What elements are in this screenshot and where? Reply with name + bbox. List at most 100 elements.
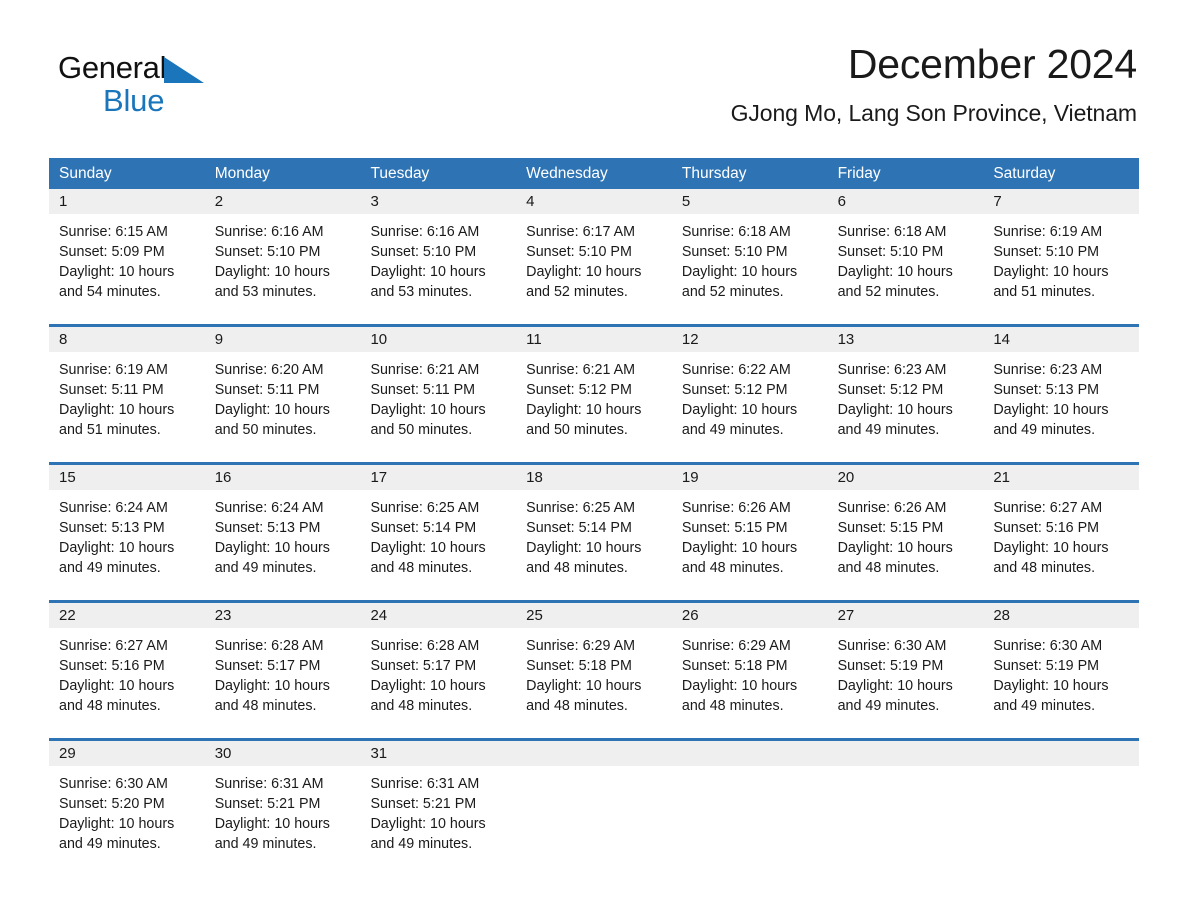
week-row: 15 Sunrise: 6:24 AM Sunset: 5:13 PM Dayl…	[49, 462, 1140, 593]
daylight-text: Daylight: 10 hours and 48 minutes.	[526, 540, 642, 576]
day-number: 28	[983, 603, 1140, 628]
day-number: 19	[671, 465, 828, 490]
day-cell[interactable]: 1 Sunrise: 6:15 AM Sunset: 5:09 PM Dayli…	[49, 189, 205, 317]
sunset-text: Sunset: 5:12 PM	[681, 382, 788, 398]
sunrise-text: Sunrise: 6:18 AM	[681, 224, 791, 240]
day-number: 9	[204, 327, 361, 352]
sunrise-text: Sunrise: 6:29 AM	[526, 638, 636, 654]
weekday-header-saturday: Saturday	[993, 165, 1056, 182]
sunset-text: Sunset: 5:15 PM	[837, 520, 944, 536]
sunset-text: Sunset: 5:13 PM	[214, 520, 321, 536]
day-cell[interactable]: 27 Sunrise: 6:30 AM Sunset: 5:19 PM Dayl…	[827, 603, 984, 731]
day-info: Sunrise: 6:18 AM Sunset: 5:10 PM Dayligh…	[672, 214, 828, 302]
day-cell-empty	[827, 741, 984, 869]
day-cell[interactable]: 29 Sunrise: 6:30 AM Sunset: 5:20 PM Dayl…	[49, 741, 205, 869]
day-cell[interactable]: 17 Sunrise: 6:25 AM Sunset: 5:14 PM Dayl…	[360, 465, 517, 593]
day-cell[interactable]: 14 Sunrise: 6:23 AM Sunset: 5:13 PM Dayl…	[983, 327, 1140, 455]
sunset-text: Sunset: 5:18 PM	[526, 658, 632, 674]
day-cell[interactable]: 23 Sunrise: 6:28 AM Sunset: 5:17 PM Dayl…	[204, 603, 361, 731]
day-cell[interactable]: 25 Sunrise: 6:29 AM Sunset: 5:18 PM Dayl…	[516, 603, 672, 731]
day-cell[interactable]: 18 Sunrise: 6:25 AM Sunset: 5:14 PM Dayl…	[516, 465, 672, 593]
day-number: 31	[360, 741, 517, 766]
day-cell[interactable]: 13 Sunrise: 6:23 AM Sunset: 5:12 PM Dayl…	[827, 327, 984, 455]
sunset-text: Sunset: 5:13 PM	[993, 382, 1100, 398]
day-cell[interactable]: 7 Sunrise: 6:19 AM Sunset: 5:10 PM Dayli…	[983, 189, 1140, 317]
sunset-text: Sunset: 5:19 PM	[837, 658, 944, 674]
sunrise-text: Sunrise: 6:24 AM	[214, 500, 324, 516]
sunrise-text: Sunrise: 6:16 AM	[214, 224, 324, 240]
daylight-text: Daylight: 10 hours and 48 minutes.	[526, 678, 642, 714]
day-cell[interactable]: 3 Sunrise: 6:16 AM Sunset: 5:10 PM Dayli…	[360, 189, 517, 317]
day-cell[interactable]: 12 Sunrise: 6:22 AM Sunset: 5:12 PM Dayl…	[671, 327, 828, 455]
day-cell[interactable]: 21 Sunrise: 6:27 AM Sunset: 5:16 PM Dayl…	[983, 465, 1140, 593]
daylight-text: Daylight: 10 hours and 51 minutes.	[59, 402, 175, 438]
sunrise-text: Sunrise: 6:18 AM	[837, 224, 947, 240]
day-cell[interactable]: 20 Sunrise: 6:26 AM Sunset: 5:15 PM Dayl…	[827, 465, 984, 593]
week-row: 1 Sunrise: 6:15 AM Sunset: 5:09 PM Dayli…	[49, 189, 1140, 317]
day-number	[827, 741, 984, 766]
daylight-text: Daylight: 10 hours and 48 minutes.	[681, 540, 798, 576]
sunrise-text: Sunrise: 6:21 AM	[526, 362, 636, 378]
day-cell[interactable]: 15 Sunrise: 6:24 AM Sunset: 5:13 PM Dayl…	[49, 465, 205, 593]
day-number: 22	[49, 603, 205, 628]
sunset-text: Sunset: 5:17 PM	[370, 658, 477, 674]
day-cell[interactable]: 10 Sunrise: 6:21 AM Sunset: 5:11 PM Dayl…	[360, 327, 517, 455]
sunrise-text: Sunrise: 6:20 AM	[214, 362, 324, 378]
day-cell[interactable]: 5 Sunrise: 6:18 AM Sunset: 5:10 PM Dayli…	[671, 189, 828, 317]
day-cell[interactable]: 4 Sunrise: 6:17 AM Sunset: 5:10 PM Dayli…	[516, 189, 672, 317]
day-info: Sunrise: 6:15 AM Sunset: 5:09 PM Dayligh…	[49, 214, 205, 302]
general-blue-logo[interactable]: General Blue	[58, 52, 268, 116]
sunset-text: Sunset: 5:14 PM	[526, 520, 632, 536]
day-number: 12	[671, 327, 828, 352]
daylight-text: Daylight: 10 hours and 49 minutes.	[214, 816, 330, 852]
day-info: Sunrise: 6:26 AM Sunset: 5:15 PM Dayligh…	[828, 490, 984, 578]
sunrise-text: Sunrise: 6:31 AM	[214, 776, 324, 792]
day-number: 8	[49, 327, 205, 352]
weekday-header-monday: Monday	[214, 165, 270, 182]
sunrise-text: Sunrise: 6:15 AM	[59, 224, 168, 240]
day-cell[interactable]: 24 Sunrise: 6:28 AM Sunset: 5:17 PM Dayl…	[360, 603, 517, 731]
day-cell[interactable]: 22 Sunrise: 6:27 AM Sunset: 5:16 PM Dayl…	[49, 603, 205, 731]
day-number: 23	[204, 603, 361, 628]
day-number	[671, 741, 828, 766]
day-info: Sunrise: 6:26 AM Sunset: 5:15 PM Dayligh…	[672, 490, 828, 578]
sunset-text: Sunset: 5:15 PM	[681, 520, 788, 536]
day-info: Sunrise: 6:29 AM Sunset: 5:18 PM Dayligh…	[672, 628, 828, 716]
page-header: General Blue December 2024 GJong Mo, Lan…	[0, 0, 1188, 125]
daylight-text: Daylight: 10 hours and 48 minutes.	[59, 678, 175, 714]
triangle-icon	[164, 57, 205, 83]
daylight-text: Daylight: 10 hours and 51 minutes.	[993, 264, 1109, 300]
daylight-text: Daylight: 10 hours and 49 minutes.	[370, 816, 486, 852]
sunrise-text: Sunrise: 6:25 AM	[526, 500, 636, 516]
day-cell-empty	[983, 741, 1140, 869]
daylight-text: Daylight: 10 hours and 50 minutes.	[214, 402, 330, 438]
day-number: 4	[516, 189, 672, 214]
day-info: Sunrise: 6:21 AM Sunset: 5:11 PM Dayligh…	[360, 352, 516, 440]
day-cell[interactable]: 6 Sunrise: 6:18 AM Sunset: 5:10 PM Dayli…	[827, 189, 984, 317]
day-cell[interactable]: 2 Sunrise: 6:16 AM Sunset: 5:10 PM Dayli…	[204, 189, 361, 317]
daylight-text: Daylight: 10 hours and 49 minutes.	[59, 540, 175, 576]
day-cell[interactable]: 11 Sunrise: 6:21 AM Sunset: 5:12 PM Dayl…	[516, 327, 672, 455]
day-cell[interactable]: 30 Sunrise: 6:31 AM Sunset: 5:21 PM Dayl…	[204, 741, 361, 869]
page-subtitle: GJong Mo, Lang Son Province, Vietnam	[730, 100, 1137, 126]
day-cell[interactable]: 28 Sunrise: 6:30 AM Sunset: 5:19 PM Dayl…	[983, 603, 1140, 731]
daylight-text: Daylight: 10 hours and 52 minutes.	[837, 264, 953, 300]
day-cell[interactable]: 19 Sunrise: 6:26 AM Sunset: 5:15 PM Dayl…	[671, 465, 828, 593]
day-cell[interactable]: 8 Sunrise: 6:19 AM Sunset: 5:11 PM Dayli…	[49, 327, 205, 455]
day-number: 30	[204, 741, 361, 766]
day-number: 11	[516, 327, 672, 352]
day-cell[interactable]: 9 Sunrise: 6:20 AM Sunset: 5:11 PM Dayli…	[204, 327, 361, 455]
day-cell[interactable]: 16 Sunrise: 6:24 AM Sunset: 5:13 PM Dayl…	[204, 465, 361, 593]
day-number: 17	[360, 465, 517, 490]
daylight-text: Daylight: 10 hours and 54 minutes.	[59, 264, 175, 300]
sunrise-text: Sunrise: 6:30 AM	[59, 776, 168, 792]
day-info: Sunrise: 6:28 AM Sunset: 5:17 PM Dayligh…	[205, 628, 361, 716]
day-info: Sunrise: 6:21 AM Sunset: 5:12 PM Dayligh…	[516, 352, 672, 440]
day-cell[interactable]: 31 Sunrise: 6:31 AM Sunset: 5:21 PM Dayl…	[360, 741, 517, 869]
day-info: Sunrise: 6:31 AM Sunset: 5:21 PM Dayligh…	[360, 766, 516, 854]
day-number	[983, 741, 1140, 766]
day-number: 25	[516, 603, 672, 628]
day-info: Sunrise: 6:19 AM Sunset: 5:10 PM Dayligh…	[983, 214, 1139, 302]
day-number: 15	[49, 465, 205, 490]
day-cell[interactable]: 26 Sunrise: 6:29 AM Sunset: 5:18 PM Dayl…	[671, 603, 828, 731]
